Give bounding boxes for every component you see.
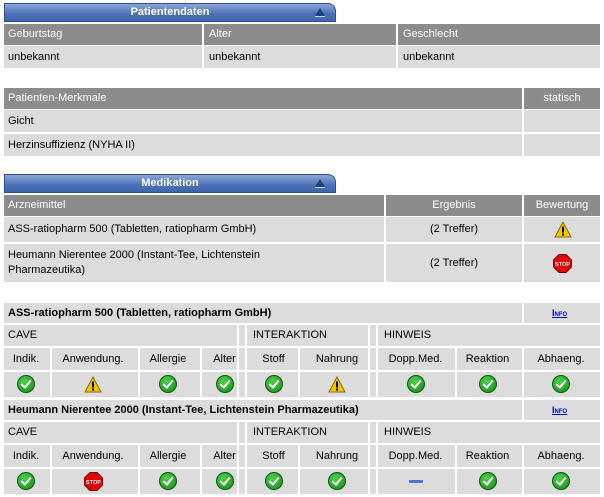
warning-icon xyxy=(84,376,102,393)
check-icon xyxy=(215,375,234,393)
group-interaktion: INTERAKTION xyxy=(253,426,327,438)
medikation-title: Medikation xyxy=(141,177,199,189)
group-label-row: CAVE INTERAKTION HINWEIS xyxy=(4,325,600,346)
not-applicable-icon xyxy=(408,480,423,483)
column-label: Dopp.Med. xyxy=(388,450,443,462)
warning-icon xyxy=(328,376,346,393)
group-label-row: CAVE INTERAKTION HINWEIS xyxy=(4,422,600,443)
patient-values-row: unbekannt unbekannt unbekannt xyxy=(4,46,600,68)
check-icon xyxy=(552,472,570,490)
medication-name: Heumann Nierentee 2000 (Instant-Tee, Lic… xyxy=(8,249,260,276)
column-label: Indik. xyxy=(12,353,40,365)
medication-row[interactable]: Heumann Nierentee 2000 (Instant-Tee, Lic… xyxy=(4,244,600,282)
check-icon xyxy=(17,472,35,490)
check-icon xyxy=(406,375,425,393)
value-geburtstag: unbekannt xyxy=(8,51,60,63)
group-hinweis: HINWEIS xyxy=(384,426,432,438)
check-icon xyxy=(17,375,35,393)
column-label: Reaktion xyxy=(465,450,510,462)
merkmal-herzinsuffizienz: Herzinsuffizienz (NYHA II) xyxy=(8,139,135,151)
column-label: Nahrung xyxy=(315,450,359,462)
medication-row[interactable]: ASS-ratiopharm 500 (Tabletten, ratiophar… xyxy=(4,217,600,242)
header-ergebnis: Ergebnis xyxy=(432,199,476,211)
drug-detail-title-row: ASS-ratiopharm 500 (Tabletten, ratiophar… xyxy=(4,303,600,323)
column-label: Anwendung. xyxy=(62,353,124,365)
header-geburtstag: Geburtstag xyxy=(8,28,63,40)
stop-icon xyxy=(553,254,572,273)
column-label: Abhaeng. xyxy=(537,353,585,365)
medikation-banner[interactable]: Medikation xyxy=(4,174,336,193)
check-icon xyxy=(328,472,346,490)
column-label: Stoff xyxy=(262,353,285,365)
check-icon xyxy=(478,472,497,490)
stop-icon xyxy=(84,472,103,491)
drug-detail-title-row: Heumann Nierentee 2000 (Instant-Tee, Lic… xyxy=(4,400,600,420)
check-icon xyxy=(552,375,570,393)
medikation-header-row: Arzneimittel Ergebnis Bewertung xyxy=(4,195,600,216)
column-label: Anwendung. xyxy=(62,450,124,462)
column-label: Allergie xyxy=(149,353,187,365)
collapse-arrow-icon[interactable] xyxy=(315,8,325,17)
medication-name: ASS-ratiopharm 500 (Tabletten, ratiophar… xyxy=(8,223,257,235)
column-label: Reaktion xyxy=(465,353,510,365)
group-interaktion: INTERAKTION xyxy=(253,329,327,341)
group-cave: CAVE xyxy=(8,426,38,438)
check-icon xyxy=(215,472,234,490)
column-label-row: Indik. Anwendung. Allergie Alter Stoff Nahrun… xyxy=(4,348,600,370)
warning-icon xyxy=(554,221,572,238)
check-icon xyxy=(159,472,177,490)
drug-detail-title: Heumann Nierentee 2000 (Instant-Tee, Lic… xyxy=(8,404,359,416)
column-label: Allergie xyxy=(149,450,187,462)
value-geschlecht: unbekannt xyxy=(403,51,455,63)
medication-result: (2 Treffer) xyxy=(429,257,479,269)
header-merkmale: Patienten-Merkmale xyxy=(8,92,107,104)
column-label: Indik. xyxy=(12,450,40,462)
patient-header-row: Geburtstag Alter Geschlecht xyxy=(4,24,600,45)
check-icon xyxy=(478,375,497,393)
info-link[interactable]: Info xyxy=(552,303,567,323)
header-bewertung: Bewertung xyxy=(535,199,589,211)
merkmal-gicht: Gicht xyxy=(8,115,34,127)
header-alter: Alter xyxy=(209,28,232,40)
merkmal-row: Herzinsuffizienz (NYHA II) xyxy=(4,134,600,156)
group-cave: CAVE xyxy=(8,329,38,341)
column-label: Nahrung xyxy=(315,353,359,365)
column-label: Stoff xyxy=(262,450,285,462)
status-icon-row xyxy=(4,372,600,397)
check-icon xyxy=(264,375,283,393)
medication-result: (2 Treffer) xyxy=(429,223,479,235)
column-label: Abhaeng. xyxy=(537,450,585,462)
patientendaten-title: Patientendaten xyxy=(130,6,210,18)
merkmal-row: Gicht xyxy=(4,110,600,132)
column-label: Alter xyxy=(213,353,236,365)
check-icon xyxy=(159,375,177,393)
info-link[interactable]: Info xyxy=(552,400,567,420)
merkmale-header-row: Patienten-Merkmale statisch xyxy=(4,88,600,109)
status-icon-row xyxy=(4,469,600,494)
check-icon xyxy=(264,472,283,490)
header-statisch: statisch xyxy=(543,92,581,104)
header-arzneimittel: Arzneimittel xyxy=(8,199,66,211)
column-label: Alter xyxy=(213,450,236,462)
patientendaten-banner[interactable]: Patientendaten xyxy=(4,3,336,22)
column-label: Dopp.Med. xyxy=(388,353,443,365)
value-alter: unbekannt xyxy=(209,51,261,63)
drug-detail-title: ASS-ratiopharm 500 (Tabletten, ratiophar… xyxy=(8,307,272,319)
collapse-arrow-icon[interactable] xyxy=(315,179,325,188)
header-geschlecht: Geschlecht xyxy=(403,28,459,40)
group-hinweis: HINWEIS xyxy=(384,329,432,341)
column-label-row: Indik. Anwendung. Allergie Alter Stoff Nahrun… xyxy=(4,445,600,467)
